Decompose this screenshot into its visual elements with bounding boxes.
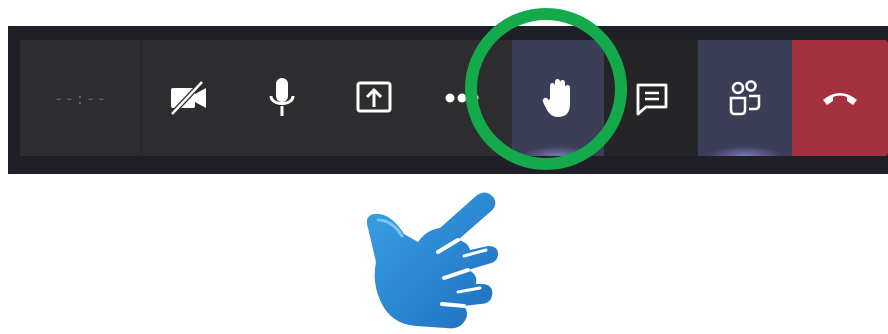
chat-icon	[634, 79, 670, 117]
raise-hand-button[interactable]	[512, 40, 604, 156]
call-timer-text: --:--	[53, 88, 108, 108]
chat-button[interactable]	[604, 40, 698, 156]
active-indicator	[521, 146, 595, 156]
active-indicator	[707, 146, 783, 156]
hang-up-icon	[820, 88, 860, 108]
more-options-icon	[444, 92, 484, 104]
participants-button[interactable]	[698, 40, 792, 156]
pointing-hand-icon	[360, 190, 540, 334]
stage: --:--	[0, 0, 888, 334]
camera-off-icon	[168, 78, 210, 118]
microphone-icon	[267, 76, 297, 120]
participants-icon	[727, 78, 763, 118]
more-options-button[interactable]	[420, 40, 512, 156]
microphone-toggle-button[interactable]	[236, 40, 328, 156]
share-screen-button[interactable]	[328, 40, 420, 156]
raise-hand-icon	[541, 77, 575, 119]
share-screen-icon	[354, 78, 394, 118]
leave-call-button[interactable]	[792, 40, 888, 156]
camera-toggle-button[interactable]	[143, 40, 235, 156]
call-timer: --:--	[20, 40, 142, 156]
